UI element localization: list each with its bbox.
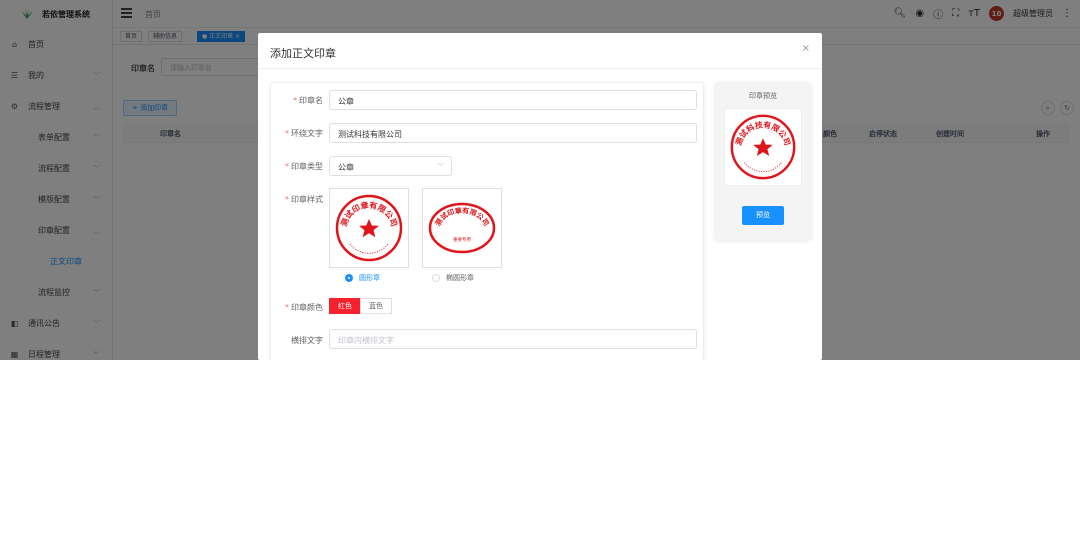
ring-text-input[interactable]: 测试科技有限公司 (329, 123, 697, 143)
seal-preview-panel: 印章预览 测试科技有限公司 预览 (715, 82, 811, 240)
app-frame: 若依管理系统 ⌂ 首页 ☰ 我的 ﹀ ⚙ 流程管理 ︿ 表单配置 ﹀ 流程配置 … (0, 0, 1080, 360)
seal-name-input[interactable]: 公章 (329, 90, 697, 110)
preview-button[interactable]: 预览 (742, 206, 784, 225)
seal-type-select[interactable]: 公章 ﹀ (329, 156, 452, 176)
dialog-divider (258, 68, 822, 69)
radio-round-seal[interactable]: 圆形章 (345, 273, 380, 283)
field-label-type: * 印章类型 (285, 162, 323, 171)
add-seal-dialog: 添加正文印章 × * 印章名 公章 * 环绕文字 测试科技有限公司 * 印章类型 公章… (258, 33, 822, 360)
preview-title: 印章预览 (749, 92, 777, 100)
close-icon[interactable]: × (802, 43, 810, 54)
chevron-down-icon: ﹀ (437, 163, 444, 171)
field-label-color: * 印章颜色 (285, 303, 323, 312)
round-seal-image: 测试印章有限公司 (335, 194, 403, 262)
oval-seal-sample[interactable]: 测试印章有限公司 重要专用 (422, 188, 502, 268)
color-blue-button[interactable]: 蓝色 (360, 298, 392, 314)
radio-dot (345, 274, 353, 282)
horizontal-text-input[interactable]: 印章内横排文字 (329, 329, 697, 349)
field-label-name: * 印章名 (293, 96, 323, 105)
radio-oval-seal[interactable]: 椭圆形章 (432, 273, 474, 283)
seal-form: * 印章名 公章 * 环绕文字 测试科技有限公司 * 印章类型 公章 ﹀ * 印章样式 … (270, 82, 704, 360)
seal-preview-image: 测试科技有限公司 (724, 108, 802, 186)
radio-dot (432, 274, 440, 282)
color-red-button[interactable]: 红色 (329, 298, 361, 314)
preview-seal-svg: 测试科技有限公司 (730, 114, 796, 180)
field-label-style: * 印章样式 (285, 195, 323, 204)
svg-text:重要专用: 重要专用 (453, 236, 471, 243)
oval-seal-image: 测试印章有限公司 重要专用 (428, 202, 496, 254)
round-seal-sample[interactable]: 测试印章有限公司 (329, 188, 409, 268)
field-label-ring-text: * 环绕文字 (285, 129, 323, 138)
dialog-title: 添加正文印章 (270, 47, 336, 60)
field-label-horizontal: 横排文字 (291, 336, 323, 345)
